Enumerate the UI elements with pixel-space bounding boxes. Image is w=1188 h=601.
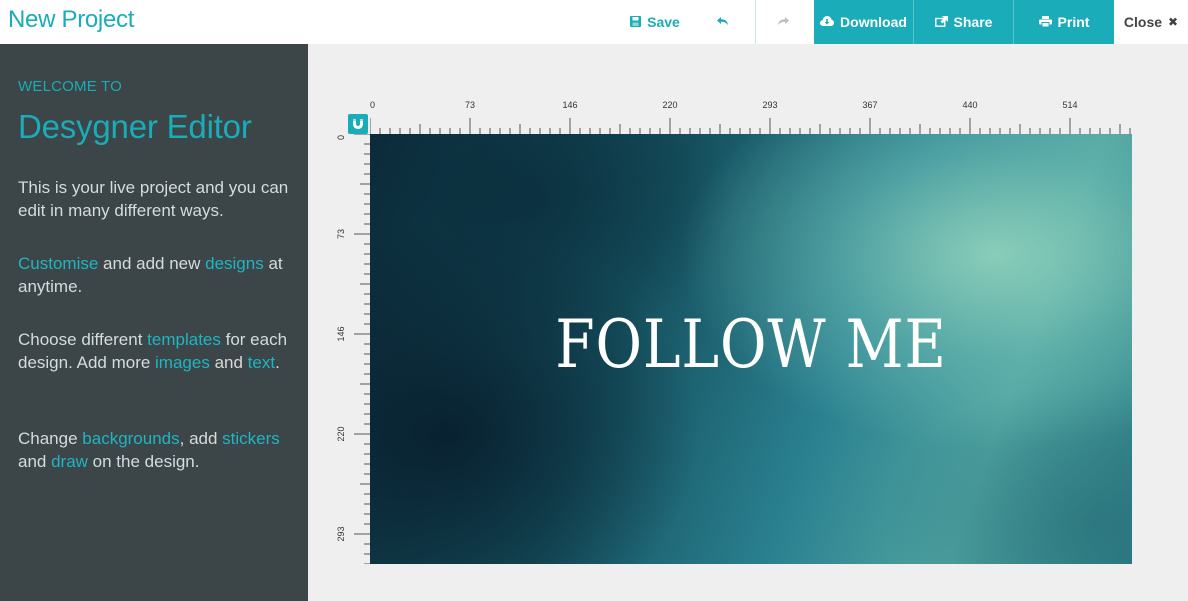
stickers-link[interactable]: stickers	[222, 429, 280, 448]
ruler-label: 220	[662, 100, 677, 110]
text-fragment: Change	[18, 429, 83, 448]
save-label: Save	[647, 14, 680, 30]
ruler-label: 367	[862, 100, 877, 110]
close-button[interactable]: Close ✖	[1114, 0, 1188, 44]
sidebar-templates-text: Choose different templates for each desi…	[18, 328, 298, 374]
text-fragment: and add new	[98, 254, 206, 273]
undo-arrow-icon	[717, 13, 729, 31]
sidebar-kicker: WELCOME TO	[18, 78, 122, 95]
design-canvas[interactable]: FOLLOW ME	[370, 134, 1132, 564]
horizontal-ruler[interactable]: 0 73 146 220 293 367 440 514	[370, 96, 1132, 134]
sidebar-customise-text: Customise and add new designs at anytime…	[18, 252, 298, 298]
floppy-disk-icon	[630, 15, 642, 29]
redo-arrow-icon	[777, 13, 789, 31]
close-icon: ✖	[1168, 15, 1179, 29]
text-fragment: Choose different	[18, 330, 148, 349]
text-fragment: on the design.	[87, 452, 200, 471]
ruler-label: 220	[336, 426, 346, 441]
printer-icon	[1038, 15, 1052, 29]
ruler-label: 514	[1062, 100, 1077, 110]
project-title[interactable]: New Project	[8, 6, 134, 34]
ruler-label: 146	[562, 100, 577, 110]
text-fragment: , add	[179, 429, 223, 448]
design-text-element[interactable]: FOLLOW ME	[423, 306, 1078, 383]
cloud-download-icon	[820, 15, 835, 29]
sidebar-backgrounds-text: Change backgrounds, add stickers and dra…	[18, 427, 298, 473]
text-fragment: and	[209, 353, 248, 372]
text-fragment: .	[275, 353, 280, 372]
customise-link[interactable]: Customise	[18, 254, 98, 273]
share-label: Share	[953, 14, 993, 30]
ruler-label: 0	[370, 100, 375, 110]
images-link[interactable]: images	[155, 353, 210, 372]
backgrounds-link[interactable]: backgrounds	[82, 429, 179, 448]
share-icon	[934, 15, 948, 29]
download-label: Download	[840, 14, 907, 30]
top-toolbar: New Project Save Download Share Print Cl…	[0, 0, 1188, 44]
sidebar-title: Desygner Editor	[18, 108, 252, 145]
ruler-label: 440	[962, 100, 977, 110]
text-link[interactable]: text	[248, 353, 275, 372]
magnet-icon[interactable]	[348, 114, 368, 134]
ruler-label: 293	[762, 100, 777, 110]
ruler-label: 73	[465, 100, 475, 110]
toolbar-divider	[755, 0, 756, 44]
redo-button[interactable]	[760, 0, 806, 44]
print-label: Print	[1057, 14, 1090, 30]
templates-link[interactable]: templates	[147, 330, 221, 349]
vertical-ruler[interactable]: 0 73 146 220 293	[330, 134, 370, 564]
share-button[interactable]: Share	[914, 0, 1013, 44]
draw-link[interactable]: draw	[51, 452, 88, 471]
ruler-label: 293	[336, 526, 346, 541]
undo-button[interactable]	[700, 0, 746, 44]
ruler-label: 0	[336, 135, 346, 140]
close-label: Close	[1123, 14, 1163, 30]
save-button[interactable]: Save	[620, 0, 690, 44]
sidebar-intro-text: This is your live project and you can ed…	[18, 178, 289, 220]
text-fragment: and	[18, 452, 52, 471]
download-button[interactable]: Download	[814, 0, 913, 44]
print-button[interactable]: Print	[1014, 0, 1114, 44]
welcome-sidebar: WELCOME TO Desygner Editor This is your …	[0, 44, 308, 601]
ruler-label: 73	[336, 229, 346, 239]
ruler-label: 146	[336, 326, 346, 341]
designs-link[interactable]: designs	[205, 254, 264, 273]
